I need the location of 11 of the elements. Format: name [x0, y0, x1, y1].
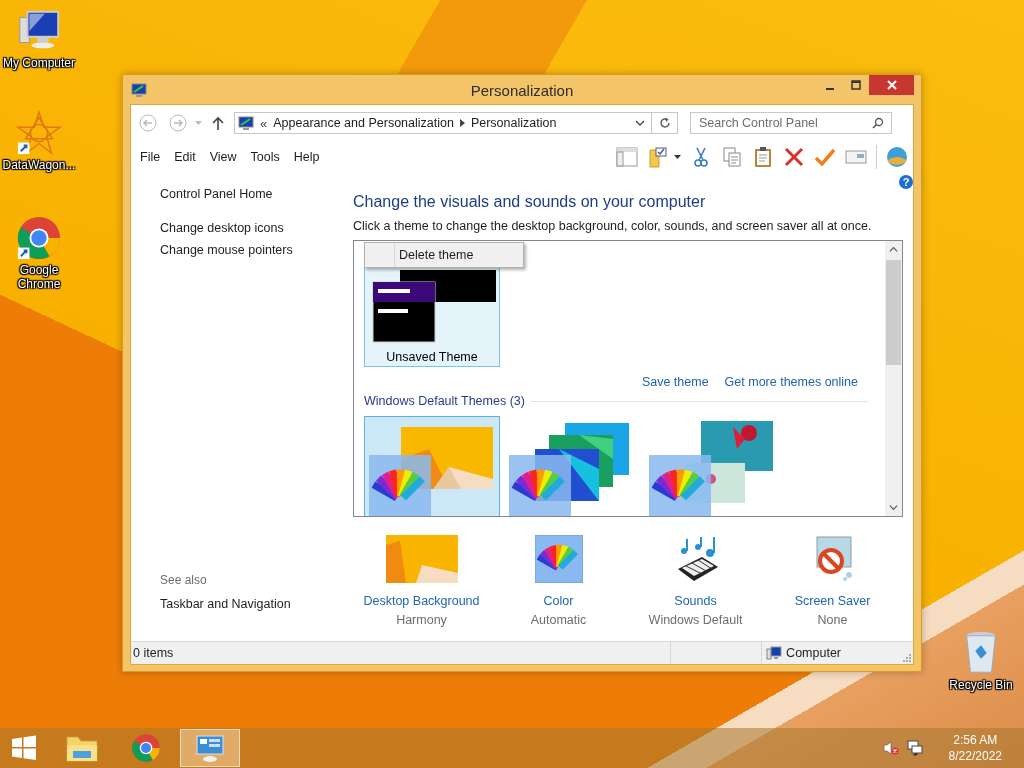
- setting-value: Harmony: [396, 613, 447, 627]
- description-text: Click a theme to change the desktop background, color, sounds, and screen saver all at once.: [353, 219, 873, 233]
- status-text: 0 items: [133, 646, 174, 660]
- window-title: Personalization: [469, 82, 575, 99]
- setting-value: Automatic: [530, 613, 587, 627]
- status-location: Computer: [786, 646, 841, 660]
- setting-value: None: [817, 613, 848, 627]
- setting-value: Windows Default: [648, 613, 743, 627]
- see-also-heading: See also: [160, 573, 208, 587]
- section-heading: Windows Default Themes (3): [364, 394, 525, 408]
- page-heading: Change the visuals and sounds on your computer: [353, 193, 707, 211]
